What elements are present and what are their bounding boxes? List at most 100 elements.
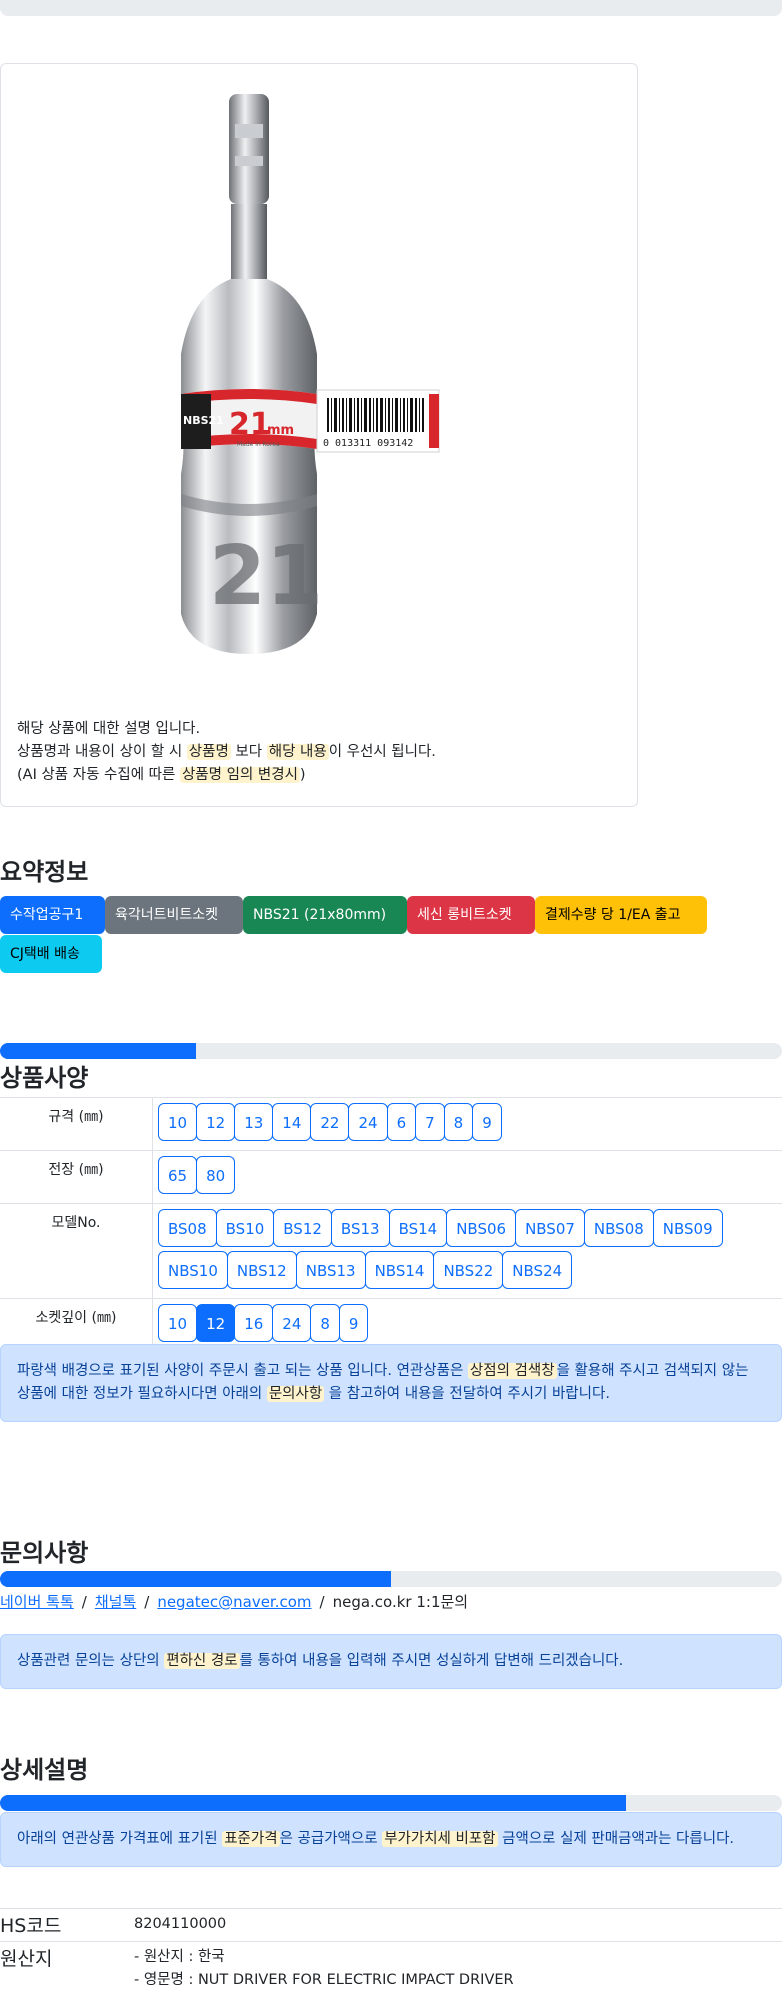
spec-option-button[interactable]: 12 <box>196 1304 235 1342</box>
spec-label: 모델No. <box>0 1204 153 1299</box>
spec-option-button[interactable]: NBS24 <box>502 1251 572 1289</box>
spec-option-button[interactable]: BS13 <box>331 1209 390 1247</box>
spec-values: BS08BS10BS12BS13BS14NBS06NBS07NBS08NBS09… <box>153 1204 782 1299</box>
naver-talk-link[interactable]: 네이버 톡톡 <box>0 1593 74 1611</box>
summary-tag: 결제수량 당 1/EA 출고 <box>535 896 707 934</box>
hs-code-row: HS코드 8204110000 <box>0 1908 782 1942</box>
detail-progress <box>0 1795 782 1811</box>
product-card: NBS21 21 mm Made in Korea 0 013311 09314… <box>0 63 638 807</box>
desc-text: 이 우선시 됩니다. <box>329 744 436 760</box>
spec-values: 6580 <box>153 1151 782 1204</box>
spec-option-button[interactable]: BS08 <box>158 1209 217 1247</box>
highlight: 표준가격 <box>222 1831 279 1847</box>
site-inquiry-text: nega.co.kr 1:1문의 <box>333 1593 469 1611</box>
spec-option-button[interactable]: NBS12 <box>227 1251 297 1289</box>
label-size: 21 <box>229 407 271 442</box>
notice-text: 상품관련 문의는 상단의 <box>17 1653 164 1669</box>
inquiry-progress <box>0 1571 782 1587</box>
progress-fill <box>0 1795 626 1811</box>
spec-option-button[interactable]: 24 <box>272 1304 311 1342</box>
spec-option-button[interactable]: NBS06 <box>446 1209 516 1247</box>
origin-line-1: - 원산지 : 한국 <box>134 1946 514 1969</box>
spec-option-button[interactable]: 65 <box>158 1156 197 1194</box>
origin-line-2: - 영문명 : NUT DRIVER FOR ELECTRIC IMPACT D… <box>134 1969 514 1992</box>
highlight: 상품명 <box>187 744 231 760</box>
spec-option-button[interactable]: BS14 <box>389 1209 448 1247</box>
spec-option-button[interactable]: NBS10 <box>158 1251 228 1289</box>
spec-option-button[interactable]: NBS13 <box>296 1251 366 1289</box>
spec-option-button[interactable]: 22 <box>310 1103 349 1141</box>
desc-text: (AI 상품 자동 수집에 따른 <box>17 767 180 783</box>
progress-fill <box>0 1043 196 1059</box>
label-made: Made in Korea <box>237 441 280 448</box>
desc-line-2: 상품명과 내용이 상이 할 시 상품명 보다 해당 내용이 우선시 됩니다. <box>17 741 436 764</box>
product-description: 해당 상품에 대한 설명 입니다. 상품명과 내용이 상이 할 시 상품명 보다… <box>17 718 436 787</box>
separator: / <box>144 1593 149 1611</box>
spec-option-button[interactable]: NBS08 <box>584 1209 654 1247</box>
desc-text: 상품명과 내용이 상이 할 시 <box>17 744 187 760</box>
label-unit: mm <box>267 423 294 438</box>
origin-value: - 원산지 : 한국 - 영문명 : NUT DRIVER FOR ELECTR… <box>134 1946 514 1992</box>
highlight: 부가가치세 비포함 <box>382 1831 497 1847</box>
hs-code-label: HS코드 <box>0 1911 61 1938</box>
spec-option-button[interactable]: 24 <box>348 1103 387 1141</box>
product-image: NBS21 21 mm Made in Korea 0 013311 09314… <box>151 94 481 674</box>
spec-option-button[interactable]: NBS22 <box>433 1251 503 1289</box>
spec-option-button[interactable]: 7 <box>415 1103 445 1141</box>
summary-tag: 세신 롱비트소켓 <box>407 896 535 934</box>
inquiry-title: 문의사항 <box>0 1533 88 1568</box>
inquiry-notice: 상품관련 문의는 상단의 편하신 경로를 통하여 내용을 입력해 주시면 성실하… <box>0 1634 782 1689</box>
desc-line-3: (AI 상품 자동 수집에 따른 상품명 임의 변경시) <box>17 764 436 787</box>
email-link[interactable]: negatec@naver.com <box>157 1593 311 1611</box>
summary-tag: 육각너트비트소켓 <box>105 896 243 934</box>
spec-label: 규격 (㎜) <box>0 1098 153 1151</box>
spec-option-button[interactable]: 10 <box>158 1103 197 1141</box>
notice-text: 금액으로 실제 판매금액과는 다릅니다. <box>498 1831 734 1847</box>
spec-option-button[interactable]: 6 <box>387 1103 417 1141</box>
summary-tag: NBS21 (21x80mm) <box>243 896 407 934</box>
spec-notice: 파랑색 배경으로 표기된 사양이 주문시 출고 되는 상품 입니다. 연관상품은… <box>0 1344 782 1422</box>
spec-option-button[interactable]: 8 <box>310 1304 340 1342</box>
spec-row: 전장 (㎜)6580 <box>0 1151 782 1204</box>
spec-option-button[interactable]: 10 <box>158 1304 197 1342</box>
top-progress-bar <box>0 0 782 16</box>
desc-text: ) <box>300 767 306 783</box>
spec-label: 전장 (㎜) <box>0 1151 153 1204</box>
notice-text: 을 참고하여 내용을 전달하여 주시기 바랍니다. <box>324 1386 610 1402</box>
spec-option-button[interactable]: BS10 <box>216 1209 275 1247</box>
detail-title: 상세설명 <box>0 1750 88 1785</box>
channel-talk-link[interactable]: 채널톡 <box>95 1593 136 1611</box>
desc-text: 보다 <box>231 744 267 760</box>
spec-option-button[interactable]: NBS14 <box>365 1251 435 1289</box>
engraved-number: 21 <box>209 529 323 624</box>
spec-option-button[interactable]: 8 <box>444 1103 474 1141</box>
highlight: 상점의 검색창 <box>468 1363 557 1379</box>
spec-row: 규격 (㎜)1012131422246789 <box>0 1098 782 1151</box>
spec-option-button[interactable]: 9 <box>339 1304 369 1342</box>
spec-values: 1012131422246789 <box>153 1098 782 1151</box>
spec-option-button[interactable]: 9 <box>472 1103 502 1141</box>
spec-option-button[interactable]: BS12 <box>273 1209 332 1247</box>
progress-fill <box>0 1571 391 1587</box>
notice-text: 은 공급가액으로 <box>280 1831 383 1847</box>
spec-option-button[interactable]: 14 <box>272 1103 311 1141</box>
highlight: 상품명 임의 변경시 <box>180 767 300 783</box>
highlight: 문의사항 <box>267 1386 324 1402</box>
spec-option-button[interactable]: 12 <box>196 1103 235 1141</box>
summary-tag: 수작업공구1 <box>0 896 105 934</box>
summary-title: 요약정보 <box>0 852 88 887</box>
separator: / <box>82 1593 87 1611</box>
highlight: 해당 내용 <box>267 744 329 760</box>
origin-label: 원산지 <box>0 1944 52 1971</box>
spec-row: 모델No.BS08BS10BS12BS13BS14NBS06NBS07NBS08… <box>0 1204 782 1299</box>
notice-text: 파랑색 배경으로 표기된 사양이 주문시 출고 되는 상품 입니다. 연관상품은 <box>17 1363 468 1379</box>
summary-tag: CJ택배 배송 <box>0 935 102 973</box>
spec-option-button[interactable]: 13 <box>234 1103 273 1141</box>
origin-row: 원산지 - 원산지 : 한국 - 영문명 : NUT DRIVER FOR EL… <box>0 1941 782 1991</box>
spec-option-button[interactable]: 16 <box>234 1304 273 1342</box>
spec-table: 규격 (㎜)1012131422246789전장 (㎜)6580모델No.BS0… <box>0 1097 782 1351</box>
spec-option-button[interactable]: NBS09 <box>653 1209 723 1247</box>
spec-option-button[interactable]: NBS07 <box>515 1209 585 1247</box>
inquiry-links: 네이버 톡톡/채널톡/negatec@naver.com/nega.co.kr … <box>0 1591 468 1612</box>
spec-option-button[interactable]: 80 <box>196 1156 235 1194</box>
